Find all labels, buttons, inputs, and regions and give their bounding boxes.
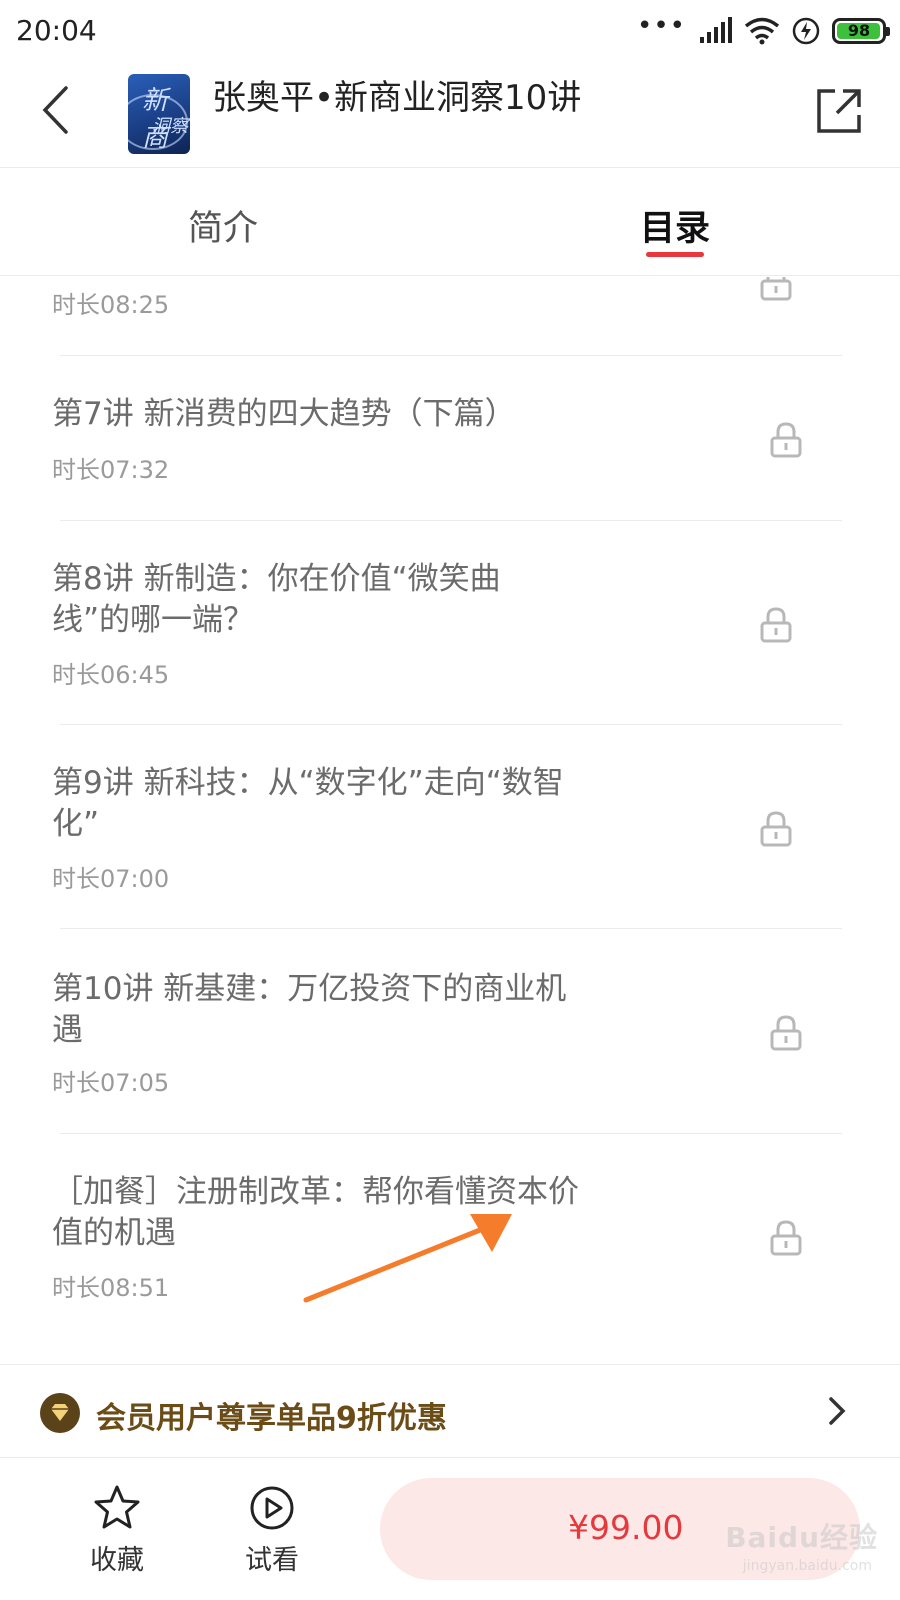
status-bar: 20:04 ••• 98: [0, 0, 900, 62]
watermark-text: Baidu经验: [725, 1521, 878, 1554]
lock-icon: [770, 1015, 802, 1051]
star-icon: [94, 1485, 140, 1529]
lock-icon: [770, 422, 802, 458]
item-duration: 时长08:51: [52, 1274, 170, 1302]
chevron-right-icon: [829, 1397, 846, 1425]
tab-bar: 简介 目录: [0, 168, 900, 276]
active-tab-indicator: [646, 252, 704, 257]
tab-intro[interactable]: 简介: [188, 200, 258, 251]
item-title: 第9讲 新科技：从“数字化”走向“数智化”: [52, 765, 564, 842]
price-label: ¥99.00: [568, 1508, 684, 1547]
course-cover-image: 新商 洞察: [128, 74, 190, 154]
item-duration: 时长06:45: [52, 661, 170, 689]
catalog-item[interactable]: ［加餐］注册制改革：帮你看懂资本价值的机遇 时长08:51: [0, 1134, 900, 1338]
wifi-icon: [744, 17, 780, 45]
item-duration: 时长07:00: [52, 865, 170, 893]
lock-icon: [760, 607, 792, 643]
back-button[interactable]: [28, 80, 82, 140]
item-title: ［加餐］注册制改革：帮你看懂资本价值的机遇: [52, 1174, 579, 1251]
catalog-item[interactable]: 时长08:25: [0, 277, 900, 357]
item-duration: 时长07:05: [52, 1069, 170, 1097]
signal-icon: [700, 17, 732, 43]
item-title: 第7讲 新消费的四大趋势（下篇）: [52, 396, 516, 432]
status-time: 20:04: [16, 14, 97, 47]
play-circle-icon: [250, 1486, 294, 1530]
catalog-item[interactable]: 第10讲 新基建：万亿投资下的商业机遇 时长07:05: [0, 929, 900, 1133]
charging-icon: [792, 17, 820, 45]
tab-catalog[interactable]: 目录: [640, 200, 710, 251]
lock-icon: [760, 811, 792, 847]
share-button[interactable]: [812, 84, 866, 138]
battery-level: 98: [847, 21, 871, 40]
cover-text-2: 洞察: [152, 116, 188, 137]
lock-icon: [770, 1220, 802, 1256]
member-discount-text: 会员用户尊享单品9折优惠: [96, 1401, 447, 1436]
battery-icon: 98: [832, 18, 890, 44]
catalog-item[interactable]: 第8讲 新制造：你在价值“微笑曲线”的哪一端？ 时长06:45: [0, 521, 900, 725]
page-title: 张奥平•新商业洞察10讲: [212, 78, 582, 118]
catalog-item[interactable]: 第9讲 新科技：从“数字化”走向“数智化” 时长07:00: [0, 725, 900, 929]
lock-icon: [760, 277, 792, 301]
header: 新商 洞察 张奥平•新商业洞察10讲: [0, 62, 900, 168]
item-duration: 时长08:25: [52, 291, 170, 319]
baidu-watermark: Baidu经验 jingyan.baidu.com: [698, 1508, 878, 1588]
back-arrow-icon: [42, 86, 68, 134]
share-icon: [817, 89, 861, 133]
favorite-button[interactable]: 收藏: [62, 1484, 172, 1577]
dots-icon: •••: [636, 11, 686, 41]
catalog-list[interactable]: 时长08:25 第7讲 新消费的四大趋势（下篇） 时长07:32 第8讲 新制造…: [0, 277, 900, 1364]
member-badge-icon: [40, 1393, 80, 1433]
catalog-item[interactable]: 第7讲 新消费的四大趋势（下篇） 时长07:32: [0, 356, 900, 520]
item-title: 第8讲 新制造：你在价值“微笑曲线”的哪一端？: [52, 561, 501, 638]
trial-button[interactable]: 试看: [217, 1484, 327, 1577]
item-title: 第10讲 新基建：万亿投资下的商业机遇: [52, 971, 567, 1048]
status-icons: ••• 98: [636, 11, 890, 48]
trial-label: 试看: [245, 1545, 299, 1576]
favorite-label: 收藏: [90, 1545, 144, 1576]
member-discount-banner[interactable]: 会员用户尊享单品9折优惠: [0, 1364, 900, 1458]
watermark-url: jingyan.baidu.com: [742, 1558, 872, 1574]
item-duration: 时长07:32: [52, 456, 170, 484]
